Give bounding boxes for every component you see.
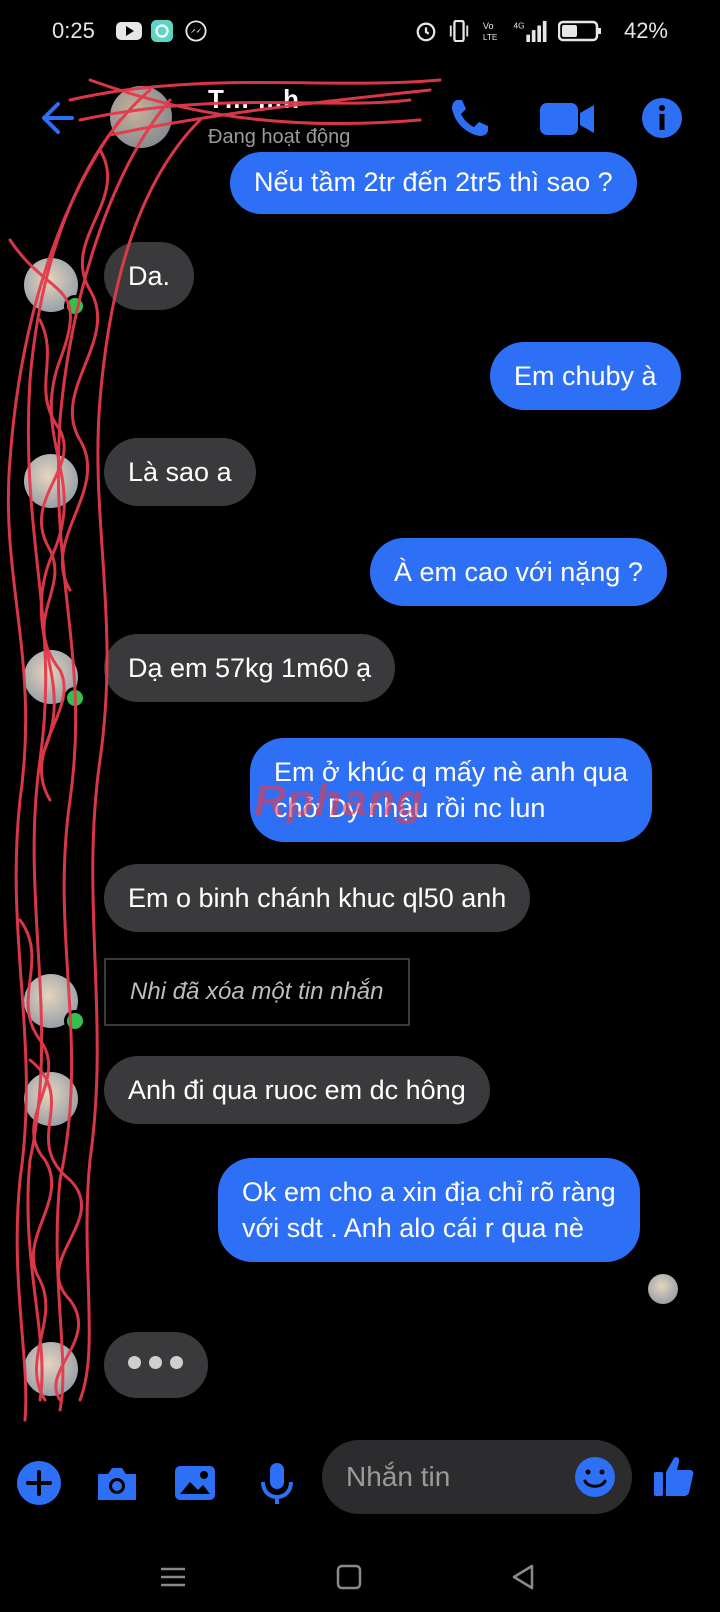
camera-icon[interactable] bbox=[94, 1460, 140, 1506]
back-arrow-icon[interactable] bbox=[34, 96, 78, 140]
contact-status: Đang hoạt động bbox=[208, 126, 351, 148]
seen-receipt-avatar bbox=[648, 1274, 678, 1304]
system-nav-bar bbox=[0, 1540, 720, 1612]
incoming-message[interactable]: Anh đi qua ruoc em dc hông bbox=[104, 1056, 490, 1124]
incoming-message[interactable]: Em o binh chánh khuc ql50 anh bbox=[104, 864, 531, 932]
status-time: 0:25 bbox=[52, 18, 95, 43]
signal-icon: 4G bbox=[514, 20, 547, 42]
vibrate-icon bbox=[449, 20, 469, 42]
alarm-icon bbox=[416, 22, 436, 42]
microphone-icon[interactable] bbox=[254, 1460, 300, 1506]
plus-icon[interactable] bbox=[16, 1460, 62, 1506]
message-composer bbox=[0, 1440, 720, 1540]
typing-dot bbox=[170, 1356, 183, 1369]
watermark-logo: Rphang bbox=[254, 776, 424, 825]
message-line: Ok em cho a xin địa chỉ rõ ràng bbox=[242, 1177, 616, 1207]
online-indicator bbox=[64, 687, 86, 709]
outgoing-message[interactable]: Nếu tầm 2tr đến 2tr5 thì sao ? bbox=[230, 152, 637, 214]
app-notification-icon bbox=[151, 20, 173, 42]
message-line: với sdt . Anh alo cái r qua nè bbox=[242, 1213, 584, 1243]
phone-icon[interactable] bbox=[448, 96, 492, 140]
contact-avatar[interactable] bbox=[110, 86, 172, 148]
svg-text:4G: 4G bbox=[514, 21, 525, 30]
contact-name[interactable]: T… …h bbox=[208, 84, 299, 115]
outgoing-message[interactable]: Em chuby à bbox=[490, 342, 681, 410]
sender-avatar[interactable] bbox=[24, 454, 78, 508]
volte-icon: Vo LTE bbox=[483, 21, 498, 42]
emoji-icon[interactable] bbox=[574, 1456, 616, 1498]
online-indicator bbox=[64, 295, 86, 317]
outgoing-message[interactable]: À em cao với nặng ? bbox=[370, 538, 667, 606]
svg-text:LTE: LTE bbox=[483, 33, 498, 42]
menu-icon[interactable] bbox=[158, 1562, 188, 1592]
incoming-message[interactable]: Dạ em 57kg 1m60 ạ bbox=[104, 634, 396, 702]
info-icon[interactable] bbox=[640, 96, 684, 140]
sender-avatar[interactable] bbox=[24, 1072, 78, 1126]
deleted-message[interactable]: Nhi đã xóa một tin nhắn bbox=[104, 958, 410, 1026]
messenger-icon bbox=[185, 20, 207, 42]
status-bar: 0:25 Vo LTE 4G 42% bbox=[0, 0, 720, 66]
sender-avatar[interactable] bbox=[24, 1342, 78, 1396]
typing-dot bbox=[149, 1356, 162, 1369]
incoming-message[interactable]: Da. bbox=[104, 242, 195, 310]
back-nav-icon[interactable] bbox=[508, 1562, 538, 1592]
youtube-icon bbox=[116, 22, 142, 40]
typing-dot bbox=[128, 1356, 141, 1369]
svg-text:Vo: Vo bbox=[483, 21, 494, 31]
battery-icon bbox=[558, 20, 601, 42]
outgoing-message[interactable]: Ok em cho a xin địa chỉ rõ ràng với sdt … bbox=[218, 1158, 640, 1262]
thumbs-up-icon[interactable] bbox=[652, 1454, 696, 1498]
home-icon[interactable] bbox=[334, 1562, 364, 1592]
image-icon[interactable] bbox=[172, 1460, 218, 1506]
battery-percentage: 42% bbox=[623, 18, 668, 43]
typing-indicator bbox=[104, 1332, 208, 1398]
video-camera-icon[interactable] bbox=[540, 100, 596, 138]
incoming-message[interactable]: Là sao a bbox=[104, 438, 256, 506]
online-indicator bbox=[64, 1010, 86, 1032]
